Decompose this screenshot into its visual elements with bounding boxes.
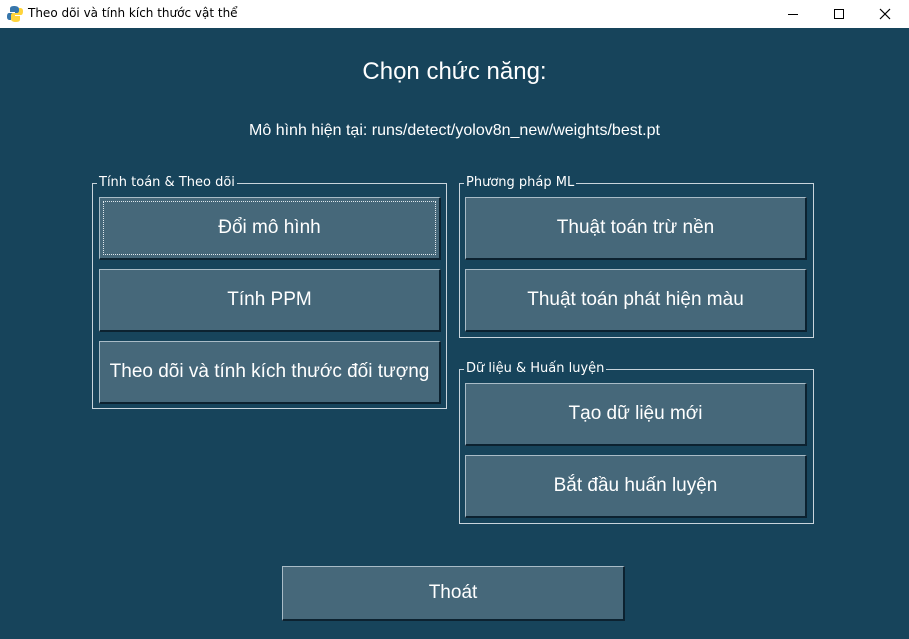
- maximize-button[interactable]: [816, 0, 862, 28]
- create-data-button[interactable]: Tạo dữ liệu mới: [465, 383, 807, 446]
- window-title: Theo dõi và tính kích thước vật thể: [28, 6, 238, 20]
- group-data-training-label: Dữ liệu & Huấn luyện: [464, 361, 607, 377]
- exit-button[interactable]: Thoát: [282, 566, 625, 621]
- close-button[interactable]: [862, 0, 908, 28]
- close-icon: [879, 8, 891, 20]
- background-subtraction-button[interactable]: Thuật toán trừ nền: [465, 197, 807, 260]
- minimize-button[interactable]: [770, 0, 816, 28]
- python-app-icon: [7, 6, 23, 22]
- group-ml-methods-label: Phương pháp ML: [464, 175, 577, 191]
- current-model-label: Mô hình hiện tại: runs/detect/yolov8n_ne…: [249, 122, 660, 139]
- compute-ppm-button[interactable]: Tính PPM: [99, 269, 441, 332]
- group-calc-tracking-label: Tính toán & Theo dõi: [97, 175, 237, 191]
- track-measure-button[interactable]: Theo dõi và tính kích thước đối tượng: [99, 341, 441, 404]
- title-bar: Theo dõi và tính kích thước vật thể: [0, 0, 909, 28]
- color-detection-button[interactable]: Thuật toán phát hiện màu: [465, 269, 807, 332]
- start-training-button[interactable]: Bắt đầu huấn luyện: [465, 455, 807, 518]
- change-model-button[interactable]: Đổi mô hình: [99, 197, 441, 260]
- maximize-icon: [834, 9, 844, 19]
- page-title: Chọn chức năng:: [362, 58, 547, 85]
- minimize-icon: [788, 14, 798, 15]
